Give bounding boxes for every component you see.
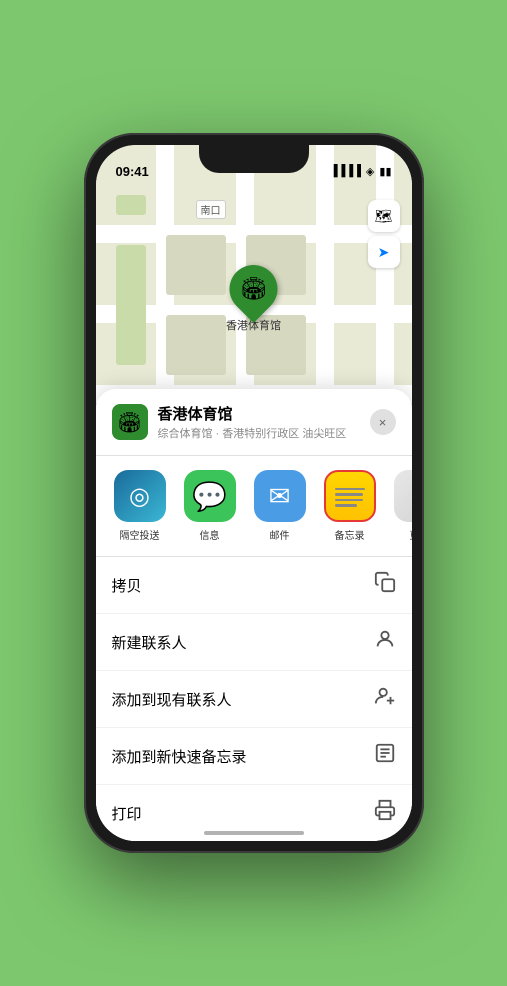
- print-icon: [374, 799, 396, 827]
- bottom-sheet: 🏟 香港体育馆 综合体育馆 · 香港特别行政区 油尖旺区 × ◎ 隔空投送: [96, 389, 412, 841]
- more-label: 更多: [410, 527, 412, 542]
- action-list: 拷贝 新建联系人: [96, 557, 412, 841]
- location-button[interactable]: ➤: [368, 236, 400, 268]
- map-north-label: 南口: [196, 200, 226, 219]
- new-contact-label: 新建联系人: [112, 632, 187, 653]
- pin-circle: 🏟: [220, 255, 288, 323]
- close-icon: ×: [379, 415, 387, 430]
- location-header: 🏟 香港体育馆 综合体育馆 · 香港特别行政区 油尖旺区 ×: [96, 389, 412, 456]
- status-icons: ▐▐▐▐ ◈ ▮▮: [330, 157, 392, 178]
- new-contact-icon: [374, 628, 396, 656]
- location-info: 香港体育馆 综合体育馆 · 香港特别行政区 油尖旺区: [158, 403, 360, 441]
- more-icon: [394, 470, 412, 522]
- notch: [199, 145, 309, 173]
- location-name: 香港体育馆: [158, 403, 360, 424]
- add-existing-label: 添加到现有联系人: [112, 689, 232, 710]
- mail-label: 邮件: [270, 527, 290, 542]
- signal-icon: ▐▐▐▐: [330, 165, 361, 177]
- copy-label: 拷贝: [112, 575, 142, 596]
- share-item-airdrop[interactable]: ◎ 隔空投送: [112, 470, 168, 542]
- share-item-notes[interactable]: 备忘录: [322, 470, 378, 542]
- action-copy[interactable]: 拷贝: [96, 557, 412, 614]
- location-arrow-icon: ➤: [378, 244, 390, 261]
- pin-stadium-icon: 🏟: [240, 276, 268, 302]
- notes-icon: [324, 470, 376, 522]
- copy-icon: [374, 571, 396, 599]
- map-type-icon: 🗺: [375, 208, 393, 225]
- action-new-contact[interactable]: 新建联系人: [96, 614, 412, 671]
- notes-label: 备忘录: [335, 527, 365, 542]
- share-item-message[interactable]: 💬 信息: [182, 470, 238, 542]
- airdrop-icon: ◎: [114, 470, 166, 522]
- add-existing-icon: [374, 685, 396, 713]
- airdrop-label: 隔空投送: [120, 527, 160, 542]
- action-add-notes[interactable]: 添加到新快速备忘录: [96, 728, 412, 785]
- print-label: 打印: [112, 803, 142, 824]
- home-indicator: [204, 831, 304, 835]
- message-label: 信息: [200, 527, 220, 542]
- share-row: ◎ 隔空投送 💬 信息 ✉ 邮件: [96, 456, 412, 557]
- share-item-mail[interactable]: ✉ 邮件: [252, 470, 308, 542]
- action-add-existing[interactable]: 添加到现有联系人: [96, 671, 412, 728]
- map-controls: 🗺 ➤: [368, 200, 400, 272]
- battery-icon: ▮▮: [379, 165, 391, 178]
- map-type-button[interactable]: 🗺: [368, 200, 400, 232]
- wifi-icon: ◈: [366, 165, 374, 178]
- add-notes-icon: [374, 742, 396, 770]
- phone-screen: 09:41 ▐▐▐▐ ◈ ▮▮ 南口: [96, 145, 412, 841]
- phone-frame: 09:41 ▐▐▐▐ ◈ ▮▮ 南口: [84, 133, 424, 853]
- location-subtitle: 综合体育馆 · 香港特别行政区 油尖旺区: [158, 425, 360, 441]
- close-button[interactable]: ×: [370, 409, 396, 435]
- add-notes-label: 添加到新快速备忘录: [112, 746, 247, 767]
- location-venue-icon: 🏟: [112, 404, 148, 440]
- status-time: 09:41: [116, 156, 149, 179]
- map-pin: 🏟 香港体育馆: [226, 265, 281, 333]
- message-icon: 💬: [184, 470, 236, 522]
- mail-icon: ✉: [254, 470, 306, 522]
- share-item-more[interactable]: 更多: [392, 470, 412, 542]
